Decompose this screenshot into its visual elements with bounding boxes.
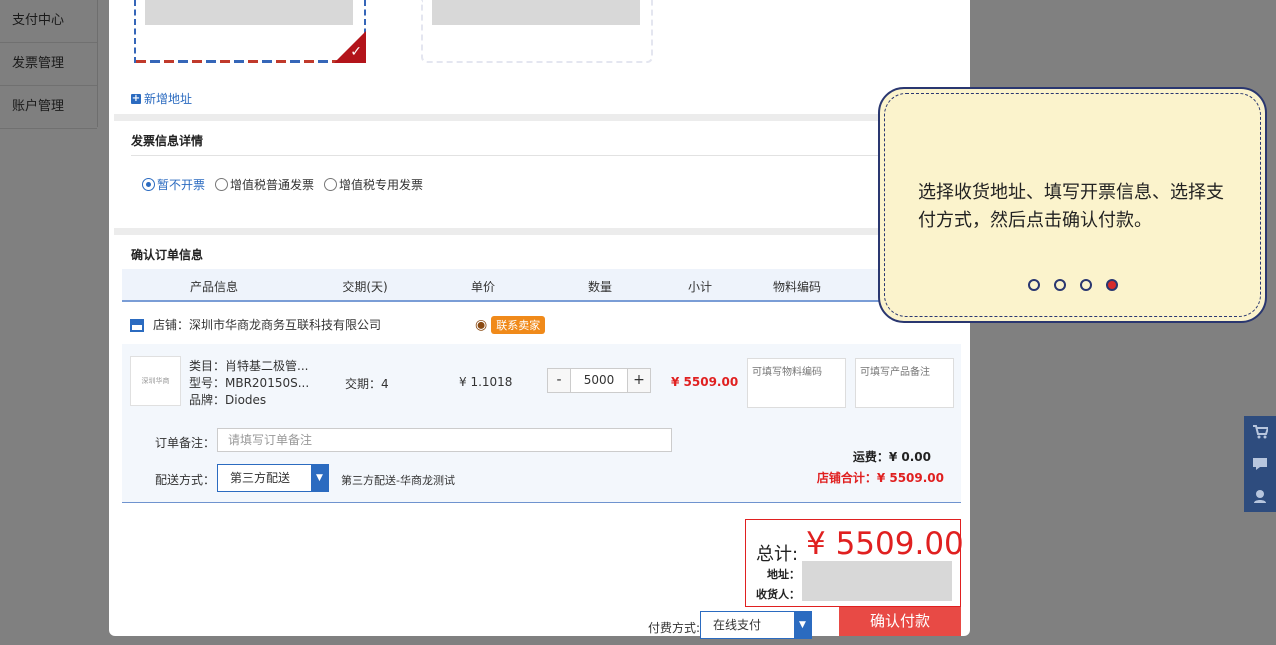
shop-name: 店铺：深圳市华商龙商务互联科技有限公司 bbox=[153, 318, 382, 332]
order-remark-input[interactable]: 请填写订单备注 bbox=[217, 428, 672, 452]
payment-method-value: 在线支付 bbox=[713, 618, 762, 632]
chat-icon[interactable] bbox=[1244, 448, 1276, 480]
guide-tooltip-text: 选择收货地址、填写开票信息、选择支付方式，然后点击确认付款。 bbox=[918, 182, 1224, 231]
shipping-select-value: 第三方配送 bbox=[230, 471, 291, 485]
contact-seller-button[interactable]: 联系卖家 bbox=[491, 316, 546, 334]
add-address-label: 新增地址 bbox=[144, 92, 193, 106]
shop-row: 店铺：深圳市华商龙商务互联科技有限公司 bbox=[129, 316, 381, 333]
radio-icon bbox=[142, 178, 155, 191]
item-subtotal: ¥ 5509.00 bbox=[671, 375, 739, 389]
shipping-label: 配送方式： bbox=[155, 473, 216, 487]
quantity-stepper: - 5000 + bbox=[547, 368, 651, 393]
checkout-panel: ✓ + 新增地址 发票信息详情 暂不开票 增值税普通发票 增值税专用发票 确认订… bbox=[109, 0, 970, 639]
guide-tooltip: 选择收货地址、填写开票信息、选择支付方式，然后点击确认付款。 bbox=[878, 87, 1267, 323]
payment-method-label: 付费方式: bbox=[648, 621, 701, 635]
summary-receiver-label: 收货人： bbox=[756, 588, 800, 601]
quantity-minus-button[interactable]: - bbox=[548, 369, 570, 392]
total-label: 总计: bbox=[756, 544, 799, 565]
product-spec: 类目：肖特基二极管... 型号：MBR20150S... 品牌：Diodes bbox=[189, 358, 309, 409]
product-remark-input[interactable] bbox=[855, 358, 954, 408]
radio-icon bbox=[324, 178, 338, 191]
divider bbox=[131, 155, 891, 156]
airmail-border bbox=[136, 60, 364, 63]
total-amount: ¥ 5509.00 bbox=[806, 526, 964, 562]
order-table-header: 产品信息 交期(天) 单价 数量 小计 物料编码 bbox=[122, 269, 961, 302]
invoice-option-none[interactable]: 暂不开票 bbox=[142, 176, 205, 193]
product-model[interactable]: 型号：MBR20150S... bbox=[189, 375, 309, 392]
sidebar: 支付中心 发票管理 账户管理 bbox=[0, 0, 98, 129]
address-card[interactable] bbox=[421, 0, 653, 63]
order-item-row: 深圳华商 类目：肖特基二极管... 型号：MBR20150S... 品牌：Dio… bbox=[122, 344, 961, 421]
column-header: 小计 bbox=[687, 280, 713, 294]
redacted-address bbox=[145, 0, 353, 25]
shipping-select[interactable]: 第三方配送 ▼ bbox=[217, 464, 329, 492]
floating-toolbar bbox=[1244, 416, 1276, 512]
acorn-icon: ◉ bbox=[475, 317, 488, 333]
step-dot[interactable] bbox=[1028, 279, 1040, 291]
invoice-option-special-vat[interactable]: 增值税专用发票 bbox=[324, 176, 423, 193]
column-header: 单价 bbox=[470, 280, 496, 294]
order-options: 订单备注： 请填写订单备注 配送方式： 第三方配送 ▼ 第三方配送-华商龙测试 … bbox=[122, 421, 961, 503]
confirm-payment-button[interactable]: 确认付款 bbox=[839, 607, 961, 636]
order-remark-label: 订单备注： bbox=[155, 436, 216, 450]
order-section-title: 确认订单信息 bbox=[131, 248, 204, 262]
section-divider bbox=[114, 114, 970, 121]
product-thumbnail[interactable]: 深圳华商 bbox=[130, 356, 181, 406]
step-dot-active[interactable] bbox=[1106, 279, 1118, 291]
section-divider bbox=[114, 228, 970, 235]
material-code-input[interactable] bbox=[747, 358, 846, 408]
cart-icon[interactable] bbox=[1244, 416, 1276, 448]
quantity-plus-button[interactable]: + bbox=[628, 369, 650, 392]
sidebar-item-invoice-management[interactable]: 发票管理 bbox=[0, 43, 97, 86]
column-header: 数量 bbox=[587, 280, 613, 294]
shop-total: 店铺合计：¥ 5509.00 bbox=[816, 471, 944, 485]
guide-step-dots bbox=[1028, 279, 1118, 291]
quantity-input[interactable]: 5000 bbox=[570, 369, 628, 392]
step-dot[interactable] bbox=[1054, 279, 1066, 291]
step-dot[interactable] bbox=[1080, 279, 1092, 291]
sidebar-item-pay-center[interactable]: 支付中心 bbox=[0, 0, 97, 43]
address-card-selected[interactable]: ✓ bbox=[134, 0, 366, 63]
unit-price: ¥ 1.1018 bbox=[459, 375, 513, 389]
chevron-down-icon: ▼ bbox=[794, 612, 811, 638]
freight-amount: 运费：¥ 0.00 bbox=[852, 450, 931, 464]
product-category: 类目：肖特基二极管... bbox=[189, 359, 309, 373]
contact-seller[interactable]: ◉ 联系卖家 bbox=[475, 316, 546, 334]
column-header: 产品信息 bbox=[189, 280, 239, 294]
plus-icon: + bbox=[131, 92, 141, 104]
sidebar-item-account-management[interactable]: 账户管理 bbox=[0, 86, 97, 129]
payment-method-select[interactable]: 在线支付 ▼ bbox=[700, 611, 812, 639]
invoice-options: 暂不开票 增值税普通发票 增值税专用发票 bbox=[142, 176, 423, 193]
shipping-description: 第三方配送-华商龙测试 bbox=[341, 474, 455, 487]
add-address-link[interactable]: + 新增地址 bbox=[131, 90, 192, 107]
store-icon bbox=[130, 318, 144, 332]
order-summary: 总计: ¥ 5509.00 地址： 收货人： bbox=[745, 519, 964, 607]
redacted-address bbox=[432, 0, 640, 25]
product-brand: 品牌：Diodes bbox=[189, 393, 267, 407]
chevron-down-icon: ▼ bbox=[311, 465, 328, 491]
summary-address-label: 地址： bbox=[767, 568, 800, 581]
column-header: 交期(天) bbox=[342, 280, 388, 294]
lead-time: 交期：4 bbox=[345, 377, 389, 391]
column-header: 物料编码 bbox=[772, 280, 822, 294]
service-icon[interactable] bbox=[1244, 480, 1276, 512]
invoice-section-title: 发票信息详情 bbox=[131, 134, 204, 148]
invoice-option-normal-vat[interactable]: 增值税普通发票 bbox=[215, 176, 314, 193]
radio-icon bbox=[215, 178, 229, 191]
selected-check-icon: ✓ bbox=[334, 31, 366, 63]
redacted-receiver-info bbox=[802, 561, 952, 601]
